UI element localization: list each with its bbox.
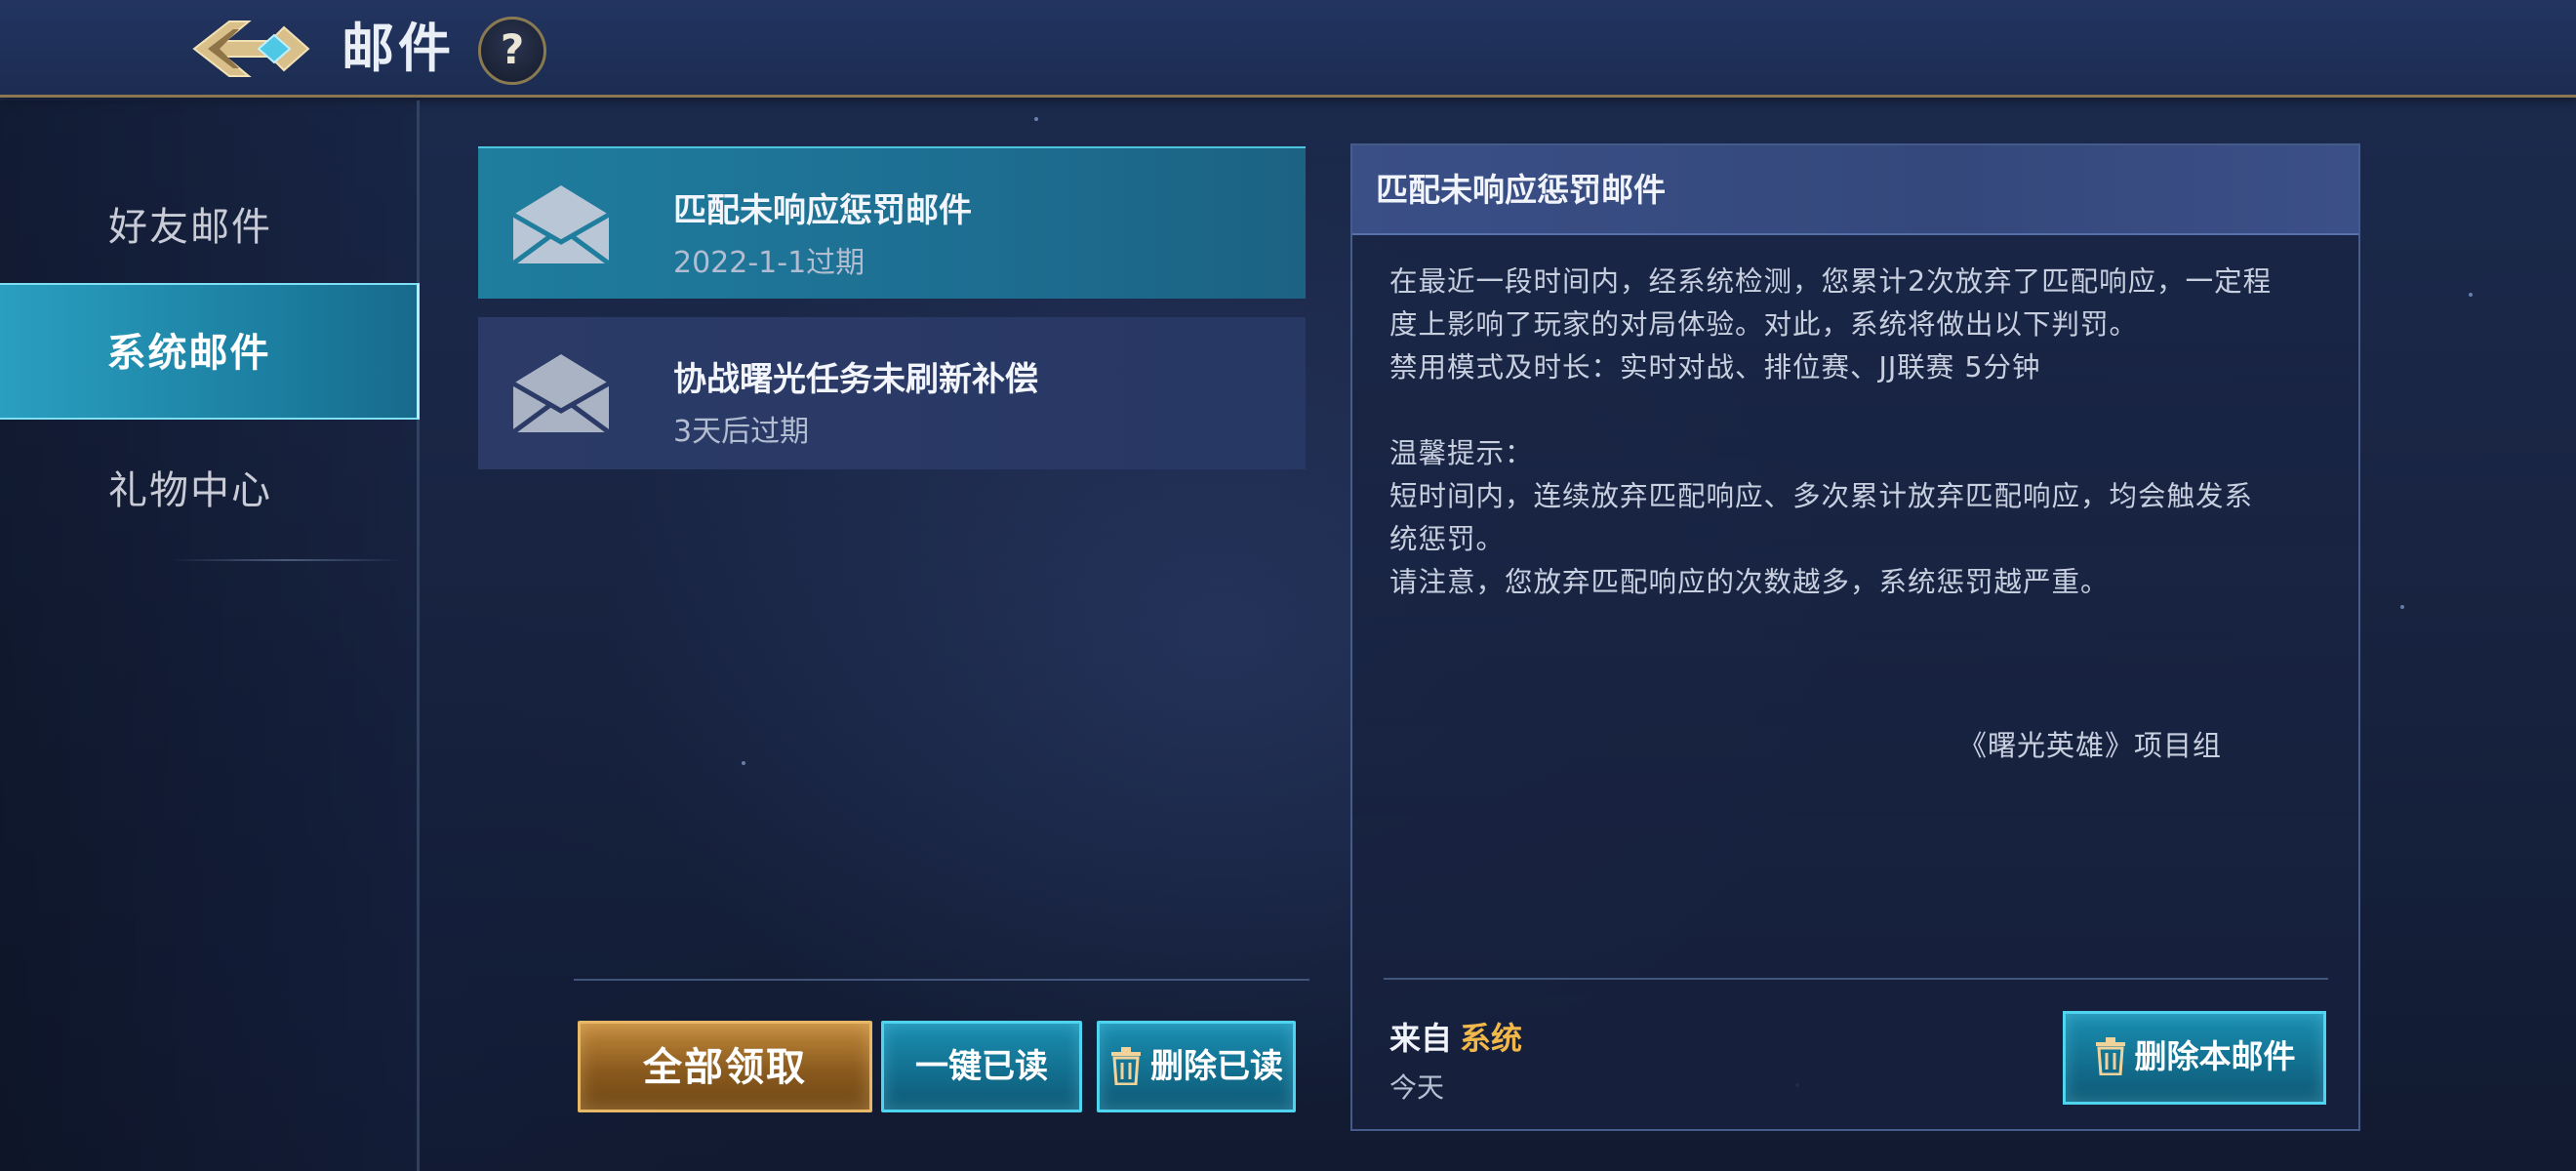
sidebar-item-friend-mail[interactable]: 好友邮件 [0, 159, 420, 296]
mail-expiry: 2022-1-1过期 [673, 246, 865, 280]
envelope-icon [511, 185, 611, 266]
mail-title: 协战曙光任务未刷新补偿 [673, 360, 1038, 399]
detail-header: 匹配未响应惩罚邮件 [1352, 145, 2358, 235]
list-divider [574, 979, 1309, 981]
detail-title: 匹配未响应惩罚邮件 [1376, 171, 1666, 209]
mail-list-item[interactable]: 匹配未响应惩罚邮件 2022-1-1过期 [478, 146, 1306, 299]
detail-signature: 《曙光英雄》项目组 [1957, 729, 2222, 762]
background-star [2469, 293, 2473, 297]
background-star [1034, 117, 1038, 121]
background-star [2400, 605, 2404, 609]
detail-divider [1384, 978, 2328, 980]
trash-icon [2095, 1036, 2125, 1075]
mail-list-item[interactable]: 协战曙光任务未刷新补偿 3天后过期 [478, 317, 1306, 469]
detail-body: 在最近一段时间内，经系统检测，您累计2次放弃了匹配响应，一定程 度上影响了玩家的… [1389, 265, 2273, 598]
delete-read-label: 删除已读 [1150, 1047, 1283, 1086]
mail-detail-panel: 匹配未响应惩罚邮件 在最近一段时间内，经系统检测，您累计2次放弃了匹配响应，一定… [1350, 143, 2360, 1131]
delete-mail-button[interactable]: 删除本邮件 [2063, 1011, 2326, 1105]
detail-date: 今天 [1389, 1071, 1445, 1104]
sidebar-item-system-mail[interactable]: 系统邮件 [0, 283, 420, 420]
sidebar-divider [171, 559, 405, 561]
trash-icon [1111, 1046, 1141, 1085]
delete-read-button[interactable]: 删除已读 [1097, 1021, 1296, 1112]
sender-name: 系统 [1460, 1020, 1523, 1057]
back-arrow-icon[interactable] [190, 14, 312, 84]
detail-from: 来自 系统 [1389, 1014, 1522, 1059]
from-label: 来自 [1389, 1020, 1453, 1057]
sidebar-item-label: 礼物中心 [108, 468, 272, 513]
sidebar-item-label: 系统邮件 [106, 331, 271, 376]
sidebar-item-gift-center[interactable]: 礼物中心 [0, 423, 420, 559]
envelope-icon [511, 354, 611, 435]
mark-all-read-button[interactable]: 一键已读 [881, 1021, 1082, 1112]
mail-title: 匹配未响应惩罚邮件 [673, 191, 972, 230]
mail-expiry: 3天后过期 [673, 415, 810, 449]
help-button[interactable]: ? [478, 17, 546, 85]
sidebar-item-label: 好友邮件 [108, 205, 272, 250]
delete-mail-label: 删除本邮件 [2134, 1037, 2296, 1075]
top-bar: 邮件 ? [0, 0, 2576, 98]
background-star [742, 761, 745, 765]
page-title: 邮件 [342, 18, 455, 79]
category-sidebar: 好友邮件 系统邮件 礼物中心 [0, 101, 420, 1171]
claim-all-button[interactable]: 全部领取 [578, 1021, 872, 1112]
